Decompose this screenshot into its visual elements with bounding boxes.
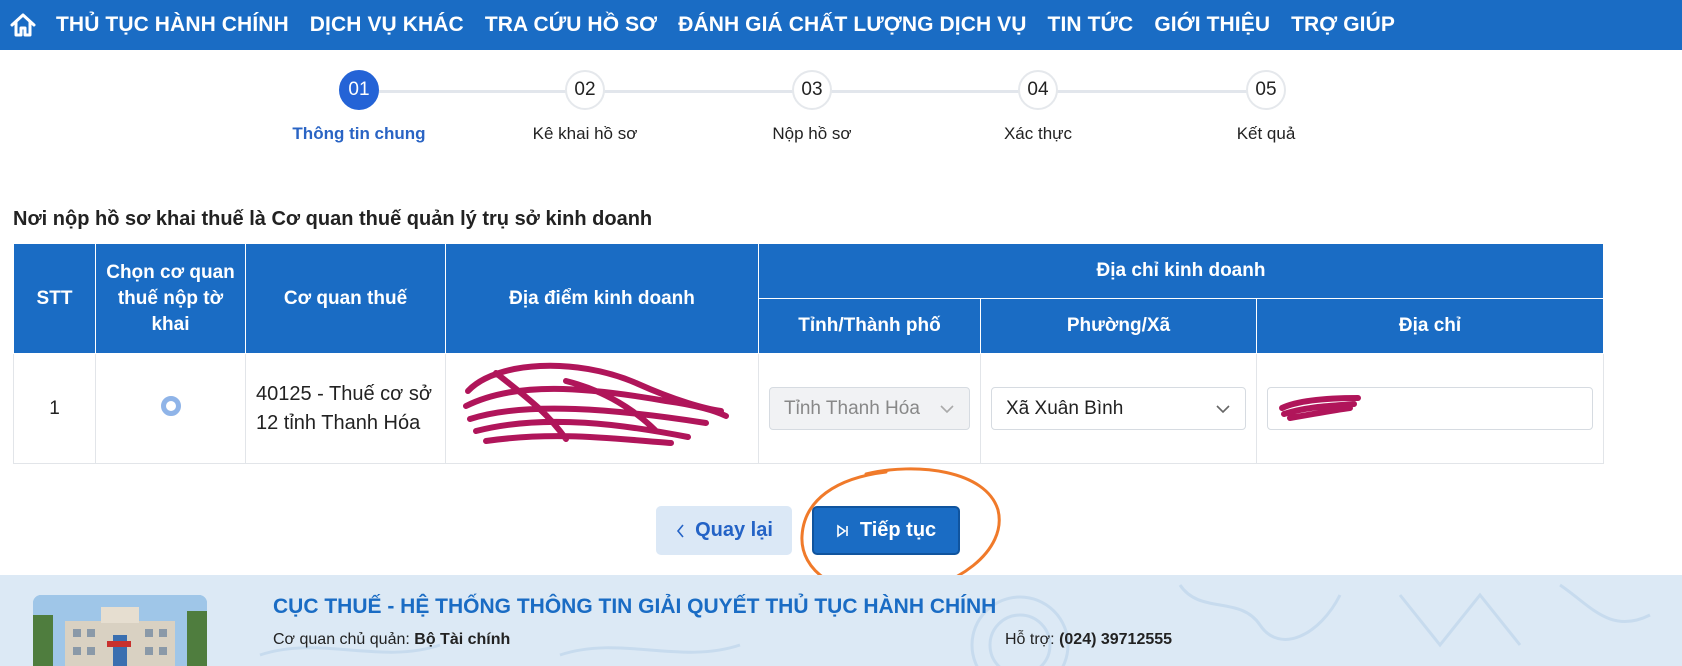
- nav-item-thu-tuc-hanh-chinh[interactable]: THỦ TỤC HÀNH CHÍNH: [56, 13, 289, 37]
- province-select: Tỉnh Thanh Hóa: [769, 387, 970, 430]
- nav-item-gioi-thieu[interactable]: GIỚI THIỆU: [1154, 13, 1270, 37]
- redacted-address: [1279, 395, 1361, 421]
- row-address-cell: [1255, 353, 1605, 464]
- row-select-cell: [95, 353, 246, 464]
- nav-item-tro-giup[interactable]: TRỢ GIÚP: [1291, 13, 1395, 37]
- next-button-label: Tiếp tục: [859, 519, 937, 541]
- step-label: Kê khai hồ sơ: [532, 124, 638, 143]
- province-select-value: Tỉnh Thanh Hóa: [784, 397, 920, 419]
- address-input[interactable]: [1267, 387, 1594, 430]
- step-label: Nộp hồ sơ: [772, 124, 852, 143]
- next-button[interactable]: Tiếp tục: [812, 506, 960, 555]
- step-label: Kết quả: [1236, 124, 1296, 143]
- footer-support-label: Hỗ trợ:: [1005, 631, 1055, 648]
- section-title: Nơi nộp hồ sơ khai thuế là Cơ quan thuế …: [13, 208, 653, 230]
- column-header-choose: Chọn cơ quan thuế nộp tờ khai: [95, 243, 246, 354]
- redacted-business-location: [456, 361, 748, 457]
- nav-item-dich-vu-khac[interactable]: DỊCH VỤ KHÁC: [310, 13, 464, 37]
- back-button-label: Quay lại: [695, 519, 773, 541]
- footer-support: Hỗ trợ: (024) 39712555: [1005, 631, 1172, 649]
- footer-owner-value: Bộ Tài chính: [414, 631, 511, 648]
- footer-pattern: [259, 583, 1651, 666]
- footer-support-value: (024) 39712555: [1059, 631, 1173, 648]
- row-agency-cell: 40125 - Thuế cơ sở 12 tỉnh Thanh Hóa: [245, 353, 446, 464]
- step-number: 01: [339, 70, 379, 110]
- home-icon[interactable]: [8, 10, 38, 40]
- chevron-left-icon: [675, 523, 685, 539]
- step-3: 03 Nộp hồ sơ: [712, 70, 912, 144]
- row-location-cell: [445, 353, 759, 464]
- chevron-down-icon: [939, 401, 955, 417]
- tax-office-radio[interactable]: [160, 395, 181, 416]
- top-navigation: THỦ TỤC HÀNH CHÍNH DỊCH VỤ KHÁC TRA CỨU …: [0, 0, 1682, 50]
- step-number: 04: [1018, 70, 1058, 110]
- step-number: 02: [565, 70, 605, 110]
- footer-owner: Cơ quan chủ quản: Bộ Tài chính: [273, 631, 510, 649]
- column-header-address-group: Địa chỉ kinh doanh: [757, 243, 1605, 299]
- step-4: 04 Xác thực: [938, 70, 1138, 144]
- nav-item-danh-gia[interactable]: ĐÁNH GIÁ CHẤT LƯỢNG DỊCH VỤ: [678, 13, 1026, 37]
- step-label: Thông tin chung: [292, 124, 426, 143]
- row-ward-cell: Xã Xuân Bình: [980, 353, 1257, 464]
- column-header-ward: Phường/Xã: [980, 298, 1257, 354]
- step-5: 05 Kết quả: [1166, 70, 1366, 144]
- table-row: 1 40125 - Thuế cơ sở 12 tỉnh Thanh Hóa T…: [13, 353, 1605, 464]
- back-button[interactable]: Quay lại: [656, 506, 792, 555]
- step-number: 05: [1246, 70, 1286, 110]
- nav-item-tra-cuu-ho-so[interactable]: TRA CỨU HỒ SƠ: [485, 13, 657, 37]
- footer-owner-label: Cơ quan chủ quản:: [273, 631, 410, 648]
- tax-office-table: STT Chọn cơ quan thuế nộp tờ khai Cơ qua…: [13, 243, 1605, 464]
- ward-select[interactable]: Xã Xuân Bình: [991, 387, 1246, 430]
- row-agency: 40125 - Thuế cơ sở 12 tỉnh Thanh Hóa: [256, 382, 432, 434]
- row-province-cell: Tỉnh Thanh Hóa: [758, 353, 981, 464]
- skip-forward-icon: [836, 523, 850, 538]
- column-header-province: Tỉnh/Thành phố: [758, 298, 981, 354]
- row-stt: 1: [13, 353, 96, 464]
- progress-stepper: 01 Thông tin chung 02 Kê khai hồ sơ 03 N…: [0, 70, 1682, 150]
- column-header-agency: Cơ quan thuế: [245, 243, 446, 354]
- footer-title: CỤC THUẾ - HỆ THỐNG THÔNG TIN GIẢI QUYẾT…: [273, 595, 997, 618]
- step-number: 03: [792, 70, 832, 110]
- column-header-location: Địa điểm kinh doanh: [445, 243, 759, 354]
- ward-select-value: Xã Xuân Bình: [1006, 397, 1124, 419]
- footer: CỤC THUẾ - HỆ THỐNG THÔNG TIN GIẢI QUYẾT…: [0, 575, 1682, 666]
- nav-item-tin-tuc[interactable]: TIN TỨC: [1048, 13, 1134, 37]
- column-header-stt: STT: [13, 243, 96, 354]
- column-header-address: Địa chỉ: [1255, 298, 1605, 354]
- chevron-down-icon: [1215, 401, 1231, 417]
- step-2: 02 Kê khai hồ sơ: [485, 70, 685, 144]
- step-1: 01 Thông tin chung: [259, 70, 459, 144]
- building-image: [33, 595, 207, 666]
- step-label: Xác thực: [1003, 124, 1073, 143]
